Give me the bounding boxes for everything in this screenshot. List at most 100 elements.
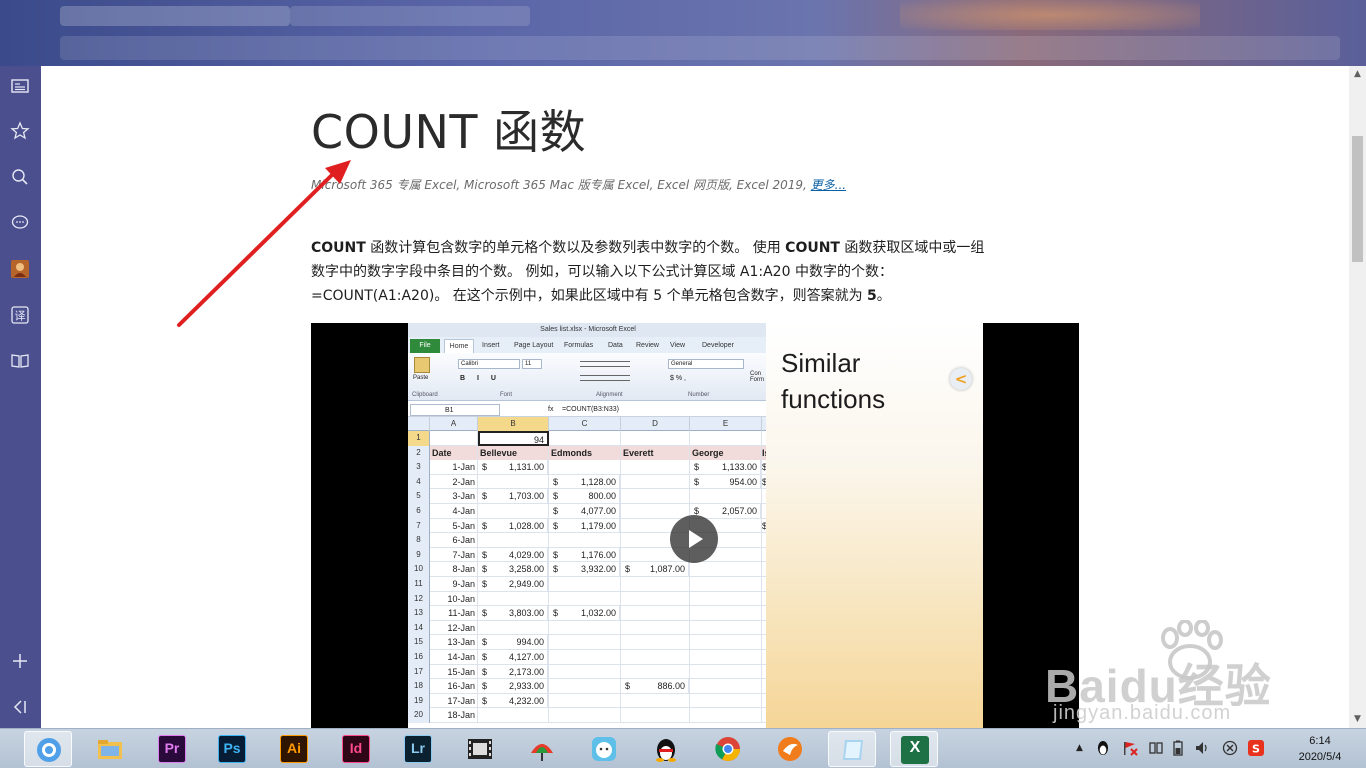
news-icon[interactable] xyxy=(8,76,32,100)
excel-tab-developer: Developer xyxy=(702,342,734,349)
cell xyxy=(621,591,690,607)
cell: $886.00 xyxy=(621,679,690,694)
windows-taskbar: Pr Ps Ai Id Lr X ▲ S 6:14 2020/5/4 xyxy=(0,728,1366,768)
date-cell: 2-Jan xyxy=(430,474,478,490)
volume-icon[interactable] xyxy=(1194,740,1210,760)
table-row: 17 15-Jan $2,173.00 xyxy=(408,664,768,680)
scroll-thumb[interactable] xyxy=(1352,136,1363,262)
play-icon[interactable] xyxy=(670,515,718,563)
chat-icon[interactable] xyxy=(8,213,32,237)
cell xyxy=(549,649,621,665)
taskbar-chrome-button[interactable] xyxy=(704,731,752,767)
red-annotation-arrow xyxy=(177,160,351,327)
cell xyxy=(690,635,762,650)
excel-icon: X xyxy=(901,736,929,764)
column-header: C xyxy=(549,417,621,431)
cell xyxy=(621,431,690,446)
qq-penguin-icon xyxy=(656,739,676,762)
cell xyxy=(549,576,621,592)
cell xyxy=(549,693,621,709)
blurred-banner xyxy=(900,0,1200,30)
close-circle-icon[interactable] xyxy=(1222,740,1238,760)
system-clock[interactable]: 6:14 2020/5/4 xyxy=(1285,733,1355,765)
date-cell: 8-Jan xyxy=(430,562,478,577)
cell: $4,127.00 xyxy=(478,649,549,665)
paragraph-text: =COUNT(A1:A20)。 在这个示例中，如果此区域中有 5 个单元格包含数… xyxy=(311,288,868,304)
cell xyxy=(690,649,762,665)
row-number: 18 xyxy=(408,679,430,694)
qq-tray-icon[interactable] xyxy=(1096,740,1110,760)
paragraph-text: 数字中的数字字段中条目的个数。 例如，可以输入以下公式计算区域 A1:A20 中… xyxy=(311,264,893,280)
taskbar-foxmail-button[interactable] xyxy=(766,731,814,767)
taskbar-indesign-button[interactable]: Id xyxy=(332,731,380,767)
video-player[interactable]: Sales list.xlsx - Microsoft Excel File H… xyxy=(311,323,1079,728)
taskbar-premiere-button[interactable]: Pr xyxy=(148,731,196,767)
scroll-up-arrow[interactable]: ▲ xyxy=(1349,66,1366,83)
taskbar-lightroom-button[interactable]: Lr xyxy=(394,731,442,767)
page-scrollbar[interactable]: ▲ ▼ xyxy=(1349,66,1366,728)
network-icon[interactable] xyxy=(1148,740,1164,760)
cell xyxy=(690,606,762,621)
sogou-ime-icon[interactable]: S xyxy=(1248,740,1264,760)
indesign-icon: Id xyxy=(342,735,370,763)
blurred-tab[interactable] xyxy=(290,6,530,26)
cell: $1,176.00 xyxy=(549,547,621,563)
excel-formula-text: =COUNT(B3:N33) xyxy=(562,406,619,413)
scroll-down-arrow[interactable]: ▼ xyxy=(1349,711,1366,728)
table-row: 3 1-Jan $1,131.00 $1,133.00 $ xyxy=(408,460,768,475)
flag-alert-icon[interactable] xyxy=(1122,740,1138,760)
taskbar-excel-button[interactable]: X xyxy=(890,731,938,767)
add-icon[interactable] xyxy=(8,651,32,675)
alignment-group: Alignment xyxy=(596,392,623,398)
taskbar-umbrella-app-button[interactable] xyxy=(518,731,566,767)
excel-tab-data: Data xyxy=(608,342,623,349)
book-icon[interactable] xyxy=(8,351,32,375)
taskbar-qq-button[interactable] xyxy=(642,731,690,767)
cell xyxy=(621,576,690,592)
more-link[interactable]: 更多... xyxy=(811,178,846,192)
date-cell: 15-Jan xyxy=(430,664,478,680)
blurred-address-bar[interactable] xyxy=(60,36,1340,60)
taskbar-browser-button[interactable] xyxy=(24,731,72,767)
cell: $4,029.00 xyxy=(478,547,549,563)
notepad-icon xyxy=(843,740,863,760)
collapse-sidebar-icon[interactable] xyxy=(8,697,32,721)
cell xyxy=(621,649,690,665)
taskbar-notes-button[interactable] xyxy=(828,731,876,767)
date-cell: 9-Jan xyxy=(430,576,478,592)
translate-icon[interactable]: 译 xyxy=(8,305,32,329)
taskbar-illustrator-button[interactable]: Ai xyxy=(270,731,318,767)
cell xyxy=(690,708,762,723)
search-icon[interactable] xyxy=(8,167,32,191)
cell xyxy=(478,708,549,723)
panel-title-line: Similar xyxy=(781,348,861,378)
applies-to-products: Microsoft 365 专属 Excel, Microsoft 365 Ma… xyxy=(311,178,811,192)
cell xyxy=(549,533,621,548)
row-number: 7 xyxy=(408,518,430,534)
row-number: 13 xyxy=(408,606,430,621)
cell xyxy=(478,620,549,636)
show-hidden-icons-arrow[interactable]: ▲ xyxy=(1076,743,1083,753)
battery-icon[interactable] xyxy=(1172,740,1184,760)
game-avatar-icon[interactable] xyxy=(8,259,32,283)
bold-italic-underline-icons: B I U xyxy=(460,375,501,382)
cell: $2,933.00 xyxy=(478,679,549,694)
cell xyxy=(478,591,549,607)
browser-top-bar xyxy=(0,0,1366,66)
chrome-icon xyxy=(715,737,740,762)
taskbar-chat-app-button[interactable] xyxy=(580,731,628,767)
star-icon[interactable] xyxy=(8,121,32,145)
cell: $1,133.00 xyxy=(690,460,762,475)
clock-date: 2020/5/4 xyxy=(1298,751,1342,763)
browser-icon xyxy=(37,738,61,762)
cell xyxy=(549,591,621,607)
blurred-tab[interactable] xyxy=(60,6,290,26)
taskbar-file-explorer-button[interactable] xyxy=(86,731,134,767)
date-cell: 3-Jan xyxy=(430,489,478,504)
lightroom-icon: Lr xyxy=(404,735,432,763)
cell xyxy=(621,474,690,490)
table-row: 15 13-Jan $994.00 xyxy=(408,635,768,650)
date-cell: 16-Jan xyxy=(430,679,478,694)
taskbar-photoshop-button[interactable]: Ps xyxy=(208,731,256,767)
taskbar-video-editor-button[interactable] xyxy=(456,731,504,767)
